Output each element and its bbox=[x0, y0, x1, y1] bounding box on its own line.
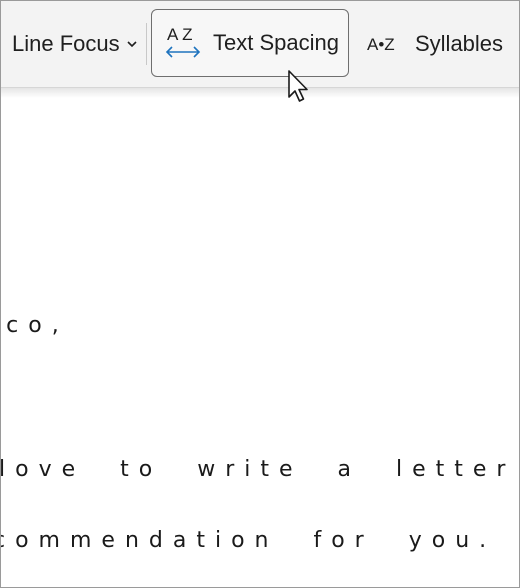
reader-toolbar: Line Focus A Z Text Spacing A•Z Syllable… bbox=[1, 1, 519, 88]
document-line: commendation for you. Do bbox=[0, 528, 519, 553]
line-focus-label: Line Focus bbox=[12, 31, 120, 56]
syllables-icon-text: A•Z bbox=[367, 35, 395, 54]
immersive-reader-window: Line Focus A Z Text Spacing A•Z Syllable… bbox=[0, 0, 520, 588]
document-line: rico, bbox=[1, 313, 69, 338]
syllables-label: Syllables bbox=[415, 31, 504, 56]
text-spacing-icon: A Z bbox=[165, 25, 201, 58]
toolbar-divider bbox=[146, 23, 147, 65]
text-spacing-button[interactable]: A Z Text Spacing bbox=[151, 9, 349, 77]
toolbar-shadow bbox=[1, 88, 519, 98]
text-spacing-icon-letters: A Z bbox=[167, 25, 193, 44]
mouse-pointer-icon bbox=[288, 70, 308, 102]
syllables-icon: A•Z bbox=[367, 35, 395, 54]
document-line: love to write a letter o bbox=[0, 457, 520, 482]
line-focus-dropdown[interactable]: Line Focus bbox=[12, 27, 138, 61]
chevron-down-icon bbox=[127, 41, 137, 48]
syllables-button[interactable]: A•Z Syllables bbox=[367, 27, 503, 61]
text-spacing-label: Text Spacing bbox=[213, 30, 339, 55]
